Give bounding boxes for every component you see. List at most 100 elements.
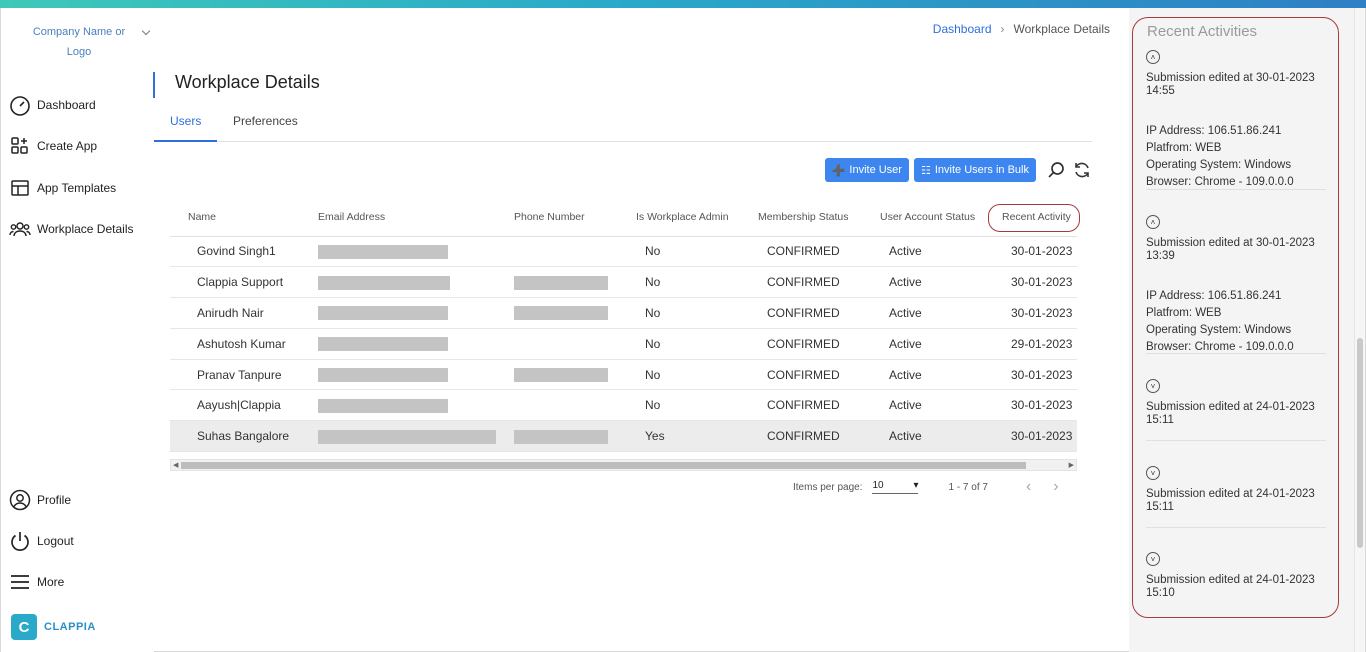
- table-row[interactable]: Ashutosh Kumar No CONFIRMED Active 29-01-202…: [170, 328, 1077, 360]
- add-user-icon: ➕: [831, 164, 846, 177]
- previous-page-button[interactable]: ‹: [1026, 478, 1031, 496]
- activity-meta-line: Operating System: Windows: [1146, 159, 1292, 171]
- redacted-phone: [514, 306, 608, 321]
- clappia-logo-icon: C: [11, 614, 37, 640]
- tab-users[interactable]: Users: [170, 114, 201, 128]
- cell-account-status: Active: [862, 297, 984, 329]
- scroll-left-arrow[interactable]: ◀: [173, 461, 178, 469]
- cell-admin: Yes: [618, 420, 740, 453]
- activity-item: ˄ Submission edited at 30-01-2023 13:39 IP…: [1146, 215, 1326, 356]
- cell-phone: [496, 266, 618, 299]
- activity-divider: [1146, 189, 1326, 190]
- cell-email: [300, 328, 496, 360]
- breadcrumb: Dashboard › Workplace Details: [933, 22, 1110, 36]
- table-row[interactable]: Anirudh Nair No CONFIRMED Active 30-01-2023: [170, 297, 1077, 329]
- col-recent-activity[interactable]: Recent Activity: [984, 198, 1080, 237]
- cell-recent-activity: 30-01-2023: [984, 236, 1077, 268]
- sidebar-item-label: Logout: [37, 534, 74, 548]
- activity-meta-line: Operating System: Windows: [1146, 324, 1292, 336]
- cell-account-status: Active: [862, 328, 984, 360]
- cell-admin: No: [618, 297, 740, 329]
- chevron-up-icon[interactable]: ˄: [1146, 215, 1160, 229]
- cell-membership: CONFIRMED: [740, 389, 862, 422]
- highlight-ring: [988, 204, 1080, 232]
- scroll-right-arrow[interactable]: ▶: [1069, 461, 1074, 469]
- items-per-page-value: 10: [872, 480, 884, 491]
- col-phone[interactable]: Phone Number: [496, 198, 618, 237]
- items-per-page-select[interactable]: 10 ▾: [872, 480, 919, 494]
- users-table: Name Email Address Phone Number Is Workp…: [170, 198, 1080, 453]
- col-account-status[interactable]: User Account Status: [862, 198, 984, 237]
- page-title: Workplace Details: [175, 72, 320, 92]
- chevron-down-icon[interactable]: ˅: [1146, 552, 1160, 566]
- cell-email: [300, 236, 496, 268]
- table-toolbar: ➕ Invite User ☷ Invite Users in Bulk: [824, 158, 1093, 182]
- cell-admin: No: [618, 266, 740, 299]
- table-header-row: Name Email Address Phone Number Is Workp…: [170, 198, 1080, 237]
- cell-email: [300, 266, 496, 299]
- sidebar-item-workplace-details[interactable]: Workplace Details: [9, 216, 154, 242]
- col-admin[interactable]: Is Workplace Admin: [618, 198, 740, 237]
- cell-recent-activity: 30-01-2023: [984, 420, 1077, 453]
- next-page-button[interactable]: ›: [1053, 478, 1058, 496]
- col-email[interactable]: Email Address: [300, 198, 496, 237]
- chevron-down-icon[interactable]: ˅: [1146, 466, 1160, 480]
- chevron-down-icon[interactable]: ˅: [1146, 379, 1160, 393]
- scrollbar-thumb[interactable]: [181, 462, 1026, 469]
- table-row[interactable]: Govind Singh1 No CONFIRMED Active 30-01-2023: [170, 236, 1077, 268]
- create-app-icon: [9, 135, 31, 157]
- cell-phone: [496, 328, 618, 360]
- sidebar-item-logout[interactable]: Logout: [9, 528, 154, 554]
- table-row[interactable]: Aayush|Clappia No CONFIRMED Active 30-01-202…: [170, 389, 1077, 422]
- activity-divider: [1146, 440, 1326, 441]
- redacted-phone: [514, 429, 608, 444]
- activity-text: Submission edited at 30-01-2023 14:55: [1146, 72, 1315, 97]
- table-row[interactable]: Pranav Tanpure No CONFIRMED Active 30-01-202…: [170, 359, 1077, 391]
- top-gradient-bar: [0, 0, 1366, 8]
- sidebar-item-label: More: [37, 575, 65, 589]
- cell-email: [300, 389, 496, 422]
- sidebar-item-label: Workplace Details: [37, 222, 134, 236]
- cell-recent-activity: 29-01-2023: [984, 328, 1077, 360]
- redacted-phone: [514, 275, 608, 290]
- redacted-email: [318, 275, 450, 290]
- cell-name: Ashutosh Kumar: [170, 328, 300, 360]
- power-icon: [9, 530, 31, 552]
- company-name-line2: Logo: [66, 46, 92, 58]
- cell-recent-activity: 30-01-2023: [984, 389, 1077, 422]
- sidebar-item-more[interactable]: More: [9, 569, 154, 595]
- table-row[interactable]: Clappia Support No CONFIRMED Active 30-01-20…: [170, 266, 1077, 299]
- sidebar-item-label: Create App: [37, 139, 98, 153]
- sidebar-item-dashboard[interactable]: Dashboard: [9, 92, 154, 118]
- sidebar-item-app-templates[interactable]: App Templates: [9, 175, 154, 201]
- sidebar-item-create-app[interactable]: Create App: [9, 133, 154, 159]
- sidebar-item-profile[interactable]: Profile: [9, 487, 154, 513]
- activity-text: Submission edited at 24-01-2023 15:11: [1146, 488, 1315, 513]
- activity-text: Submission edited at 24-01-2023 15:11: [1146, 401, 1315, 426]
- cell-recent-activity: 30-01-2023: [984, 359, 1077, 391]
- search-icon[interactable]: [1045, 159, 1067, 181]
- chevron-right-icon: ›: [1000, 22, 1005, 36]
- tab-preferences[interactable]: Preferences: [233, 114, 298, 128]
- refresh-icon[interactable]: [1071, 159, 1093, 181]
- activity-meta: IP Address: 106.51.86.241 Platfrom: WEB Op…: [1146, 288, 1326, 356]
- invite-bulk-button[interactable]: ☷ Invite Users in Bulk: [913, 158, 1036, 182]
- col-name[interactable]: Name: [170, 198, 300, 237]
- vertical-scrollbar[interactable]: [1354, 8, 1365, 652]
- activity-meta-line: IP Address: 106.51.86.241: [1146, 125, 1282, 137]
- company-selector[interactable]: Company Name or Logo: [9, 22, 151, 62]
- table-row[interactable]: Suhas Bangalore Yes CONFIRMED Active 30-01-2…: [170, 420, 1077, 453]
- cell-name: Anirudh Nair: [170, 297, 300, 329]
- cell-account-status: Active: [862, 420, 984, 453]
- recent-activities-panel: Recent Activities ˄ Submission edited at …: [1129, 8, 1354, 652]
- dropdown-arrow-icon: ▾: [913, 480, 919, 491]
- breadcrumb-dashboard-link[interactable]: Dashboard: [933, 22, 992, 36]
- invite-user-label: Invite User: [849, 164, 902, 176]
- sidebar-item-label: Profile: [37, 493, 72, 507]
- chevron-up-icon[interactable]: ˄: [1146, 50, 1160, 64]
- invite-user-button[interactable]: ➕ Invite User: [824, 158, 909, 182]
- scrollbar-thumb[interactable]: [1357, 338, 1363, 548]
- col-membership[interactable]: Membership Status: [740, 198, 862, 237]
- cell-phone: [496, 359, 618, 391]
- horizontal-scrollbar[interactable]: ◀ ▶: [170, 459, 1077, 471]
